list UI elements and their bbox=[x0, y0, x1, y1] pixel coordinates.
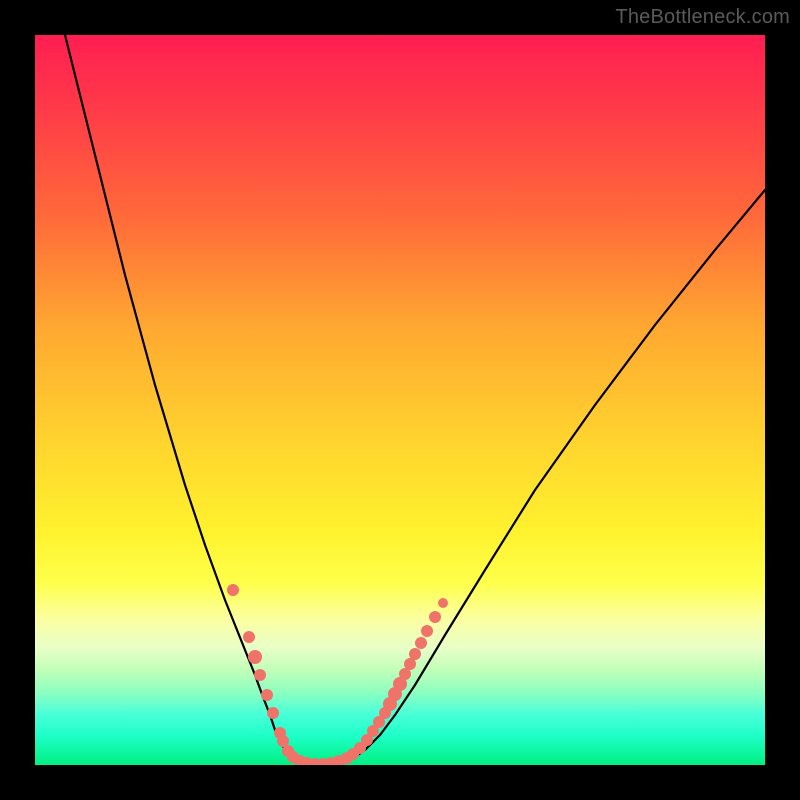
scatter-dot bbox=[248, 650, 262, 664]
chart-plot-area bbox=[35, 35, 765, 765]
scatter-dot bbox=[429, 611, 441, 623]
scatter-dot bbox=[243, 631, 255, 643]
curve-right-branch bbox=[355, 190, 765, 757]
chart-svg bbox=[35, 35, 765, 765]
scatter-dot bbox=[261, 689, 273, 701]
watermark-text: TheBottleneck.com bbox=[615, 6, 790, 29]
scatter-dot bbox=[438, 598, 448, 608]
scatter-dot bbox=[267, 707, 279, 719]
scatter-dot bbox=[409, 648, 421, 660]
scatter-dot bbox=[227, 584, 239, 596]
scatter-dot bbox=[415, 637, 427, 649]
scatter-dot bbox=[421, 625, 433, 637]
chart-scatter bbox=[227, 584, 448, 765]
curve-left-branch bbox=[65, 35, 290, 758]
scatter-dot bbox=[254, 669, 266, 681]
